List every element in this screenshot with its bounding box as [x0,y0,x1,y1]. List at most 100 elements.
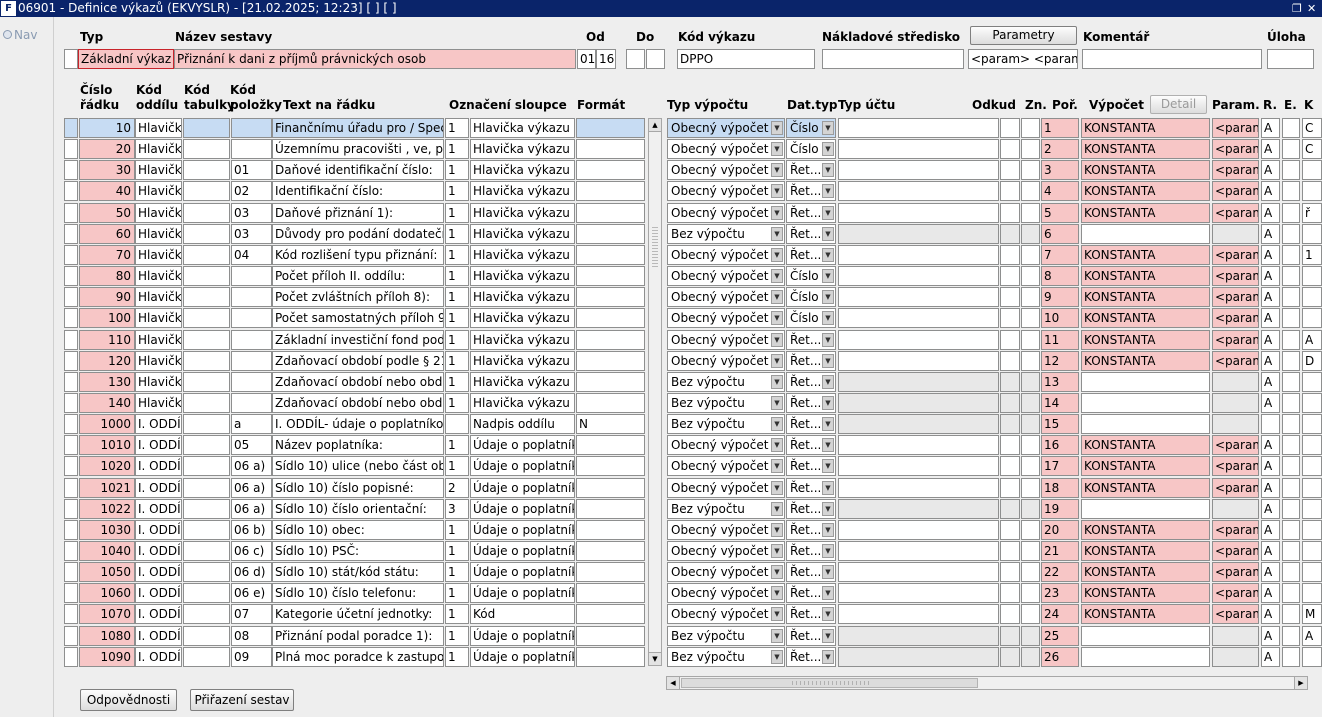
cell-typ-uctu[interactable] [838,224,999,244]
cell-por[interactable]: 4 [1041,181,1079,201]
chevron-down-icon[interactable]: ▼ [771,121,783,135]
cell-k[interactable] [1302,541,1322,561]
cell-polozka[interactable]: 05 [231,435,272,455]
cell-format[interactable] [576,478,645,498]
cell-n[interactable]: 1 [445,266,469,286]
cell-typ-vypoctu[interactable]: Obecný výpočet ▼ [667,520,785,540]
cell-typ-vypoctu[interactable]: Bez výpočtu ▼ [667,499,785,519]
cell-n[interactable]: 1 [445,351,469,371]
cell-e[interactable] [1282,351,1300,371]
cell-r[interactable]: A [1261,330,1280,350]
chevron-down-icon[interactable]: ▼ [822,121,834,135]
cell-por[interactable]: 20 [1041,520,1079,540]
cell-k[interactable] [1302,562,1322,582]
cell-cislo[interactable]: 90 [79,287,135,307]
cell-vypocet[interactable]: KONSTANTA [1081,478,1210,498]
cell-polozka[interactable]: 02 [231,181,272,201]
chevron-down-icon[interactable]: ▼ [822,375,834,389]
cell-por[interactable]: 8 [1041,266,1079,286]
cell-dat-typ[interactable]: Řet... ▼ [786,647,836,667]
cell-format[interactable] [576,245,645,265]
cell-e[interactable] [1282,626,1300,646]
cell-oddil[interactable]: I. ODDÍL [135,478,182,498]
cell-odkud[interactable] [1000,118,1020,138]
cell-oznaceni[interactable]: Hlavička výkazu [470,393,575,413]
cell-r[interactable]: A [1261,478,1280,498]
cell-oddil[interactable]: I. ODDÍL [135,520,182,540]
cell-param[interactable]: <param: [1212,139,1259,159]
cell-format[interactable] [576,435,645,455]
cell-e[interactable] [1282,520,1300,540]
cell-oznaceni[interactable]: Údaje o poplatníkc [470,478,575,498]
cell-k[interactable]: A [1302,626,1322,646]
cell-tabulka[interactable] [183,351,230,371]
cell-zn[interactable] [1021,308,1040,328]
cell-format[interactable] [576,308,645,328]
cell-oznaceni[interactable]: Hlavička výkazu [470,118,575,138]
cell-typ-vypoctu[interactable]: Bez výpočtu ▼ [667,372,785,392]
chevron-down-icon[interactable]: ▼ [822,523,834,537]
cell-k[interactable] [1302,266,1322,286]
cell-n[interactable]: 1 [445,308,469,328]
cell-zn[interactable] [1021,245,1040,265]
cell-oddil[interactable]: Hlavička [135,308,182,328]
cell-r[interactable]: A [1261,308,1280,328]
cell-zn[interactable] [1021,393,1040,413]
cell-r[interactable]: A [1261,435,1280,455]
do-field-2[interactable] [646,49,665,69]
cell-tabulka[interactable] [183,626,230,646]
cell-k[interactable] [1302,647,1322,667]
row-indicator[interactable] [64,499,78,519]
cell-n[interactable]: 1 [445,583,469,603]
cell-dat-typ[interactable]: Řet... ▼ [786,520,836,540]
cell-por[interactable]: 9 [1041,287,1079,307]
cell-format[interactable] [576,118,645,138]
cell-por[interactable]: 14 [1041,393,1079,413]
cell-format[interactable] [576,330,645,350]
row-indicator[interactable] [64,393,78,413]
chevron-down-icon[interactable]: ▼ [771,290,783,304]
cell-odkud[interactable] [1000,245,1020,265]
cell-k[interactable]: A [1302,330,1322,350]
cell-text[interactable]: Územnímu pracovišti , ve, pro: [272,139,444,159]
cell-por[interactable]: 25 [1041,626,1079,646]
cell-por[interactable]: 15 [1041,414,1079,434]
cell-n[interactable]: 1 [445,287,469,307]
cell-zn[interactable] [1021,435,1040,455]
cell-k[interactable] [1302,499,1322,519]
cell-k[interactable] [1302,414,1322,434]
cell-r[interactable]: A [1261,583,1280,603]
chevron-down-icon[interactable]: ▼ [771,142,783,156]
cell-por[interactable]: 18 [1041,478,1079,498]
cell-oznaceni[interactable]: Údaje o poplatníkc [470,520,575,540]
cell-polozka[interactable] [231,308,272,328]
cell-zn[interactable] [1021,520,1040,540]
chevron-down-icon[interactable]: ▼ [822,544,834,558]
cell-tabulka[interactable] [183,604,230,624]
cell-vypocet[interactable]: KONSTANTA [1081,287,1210,307]
cell-param[interactable]: <param: [1212,520,1259,540]
cell-text[interactable]: Sídlo 10) stát/kód státu: [272,562,444,582]
cell-e[interactable] [1282,604,1300,624]
od-field-1[interactable]: 01 [577,49,596,69]
cell-tabulka[interactable] [183,456,230,476]
cell-vypocet[interactable]: KONSTANTA [1081,562,1210,582]
cell-dat-typ[interactable]: Řet... ▼ [786,541,836,561]
cell-typ-vypoctu[interactable]: Obecný výpočet ▼ [667,330,785,350]
cell-text[interactable]: Počet zvláštních příloh 8): [272,287,444,307]
cell-tabulka[interactable] [183,393,230,413]
cell-polozka[interactable]: 07 [231,604,272,624]
cell-text[interactable]: Daňové přiznání 1): [272,203,444,223]
cell-format[interactable] [576,181,645,201]
cell-zn[interactable] [1021,583,1040,603]
cell-polozka[interactable]: 06 a) [231,499,272,519]
cell-zn[interactable] [1021,478,1040,498]
cell-zn[interactable] [1021,351,1040,371]
cell-oddil[interactable]: I. ODDÍL [135,604,182,624]
cell-tabulka[interactable] [183,245,230,265]
cell-polozka[interactable] [231,266,272,286]
cell-tabulka[interactable] [183,308,230,328]
cell-cislo[interactable]: 1060 [79,583,135,603]
cell-text[interactable]: Název poplatníka: [272,435,444,455]
cell-n[interactable]: 1 [445,456,469,476]
